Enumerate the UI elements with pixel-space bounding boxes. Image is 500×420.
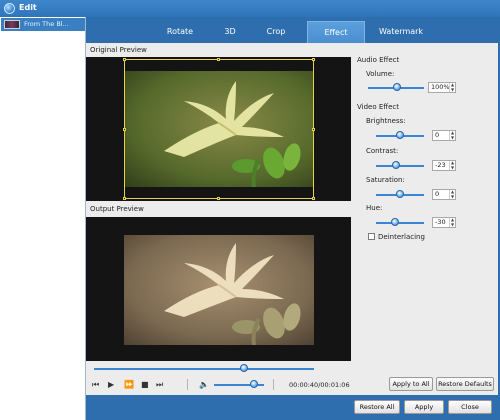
crop-handle[interactable]	[123, 58, 126, 61]
app-logo-icon	[4, 3, 15, 14]
original-preview	[86, 57, 351, 201]
hue-slider[interactable]	[376, 222, 424, 224]
tab-watermark[interactable]: Watermark	[365, 21, 437, 43]
restore-all-button[interactable]: Restore All	[354, 400, 400, 414]
spin-arrows-icon[interactable]: ▲ ▼	[449, 217, 455, 227]
title-bar: Edit	[0, 0, 500, 17]
spin-arrows-icon[interactable]: ▲ ▼	[449, 82, 455, 92]
brightness-spinbox[interactable]: 0 ▲ ▼	[432, 130, 456, 141]
crop-handle[interactable]	[123, 197, 126, 200]
crop-handle[interactable]	[312, 58, 315, 61]
volume-thumb[interactable]	[250, 380, 258, 388]
hue-value: -30	[435, 218, 446, 226]
crop-handle[interactable]	[123, 128, 126, 131]
volume-effect-thumb[interactable]	[393, 83, 401, 91]
tab-3d[interactable]: 3D	[210, 21, 250, 43]
skip-previous-icon[interactable]: ⏮	[92, 380, 99, 390]
spin-arrows-icon[interactable]: ▲ ▼	[449, 130, 455, 140]
tab-effect[interactable]: Effect	[307, 21, 365, 43]
brightness-thumb[interactable]	[396, 131, 404, 139]
skip-next-icon[interactable]: ⏭	[156, 380, 163, 390]
seek-bar[interactable]	[94, 368, 314, 370]
apply-button[interactable]: Apply	[404, 400, 444, 414]
contrast-slider[interactable]	[376, 165, 424, 167]
effect-panel: Original Preview Output Preview ⏮ ▶ ⏩ ■ …	[86, 43, 498, 395]
hue-label: Hue:	[366, 204, 383, 212]
crop-selection-box[interactable]	[123, 58, 315, 200]
original-preview-label: Original Preview	[90, 46, 147, 54]
contrast-label: Contrast:	[366, 147, 399, 155]
fast-forward-icon[interactable]: ⏩	[124, 380, 134, 390]
spin-arrows-icon[interactable]: ▲ ▼	[449, 160, 455, 170]
contrast-thumb[interactable]	[392, 161, 400, 169]
hue-thumb[interactable]	[391, 218, 399, 226]
output-preview	[86, 217, 351, 361]
contrast-spinbox[interactable]: -23 ▲ ▼	[432, 160, 456, 171]
crop-handle[interactable]	[217, 197, 220, 200]
divider	[273, 379, 274, 390]
volume-spinbox[interactable]: 100% ▲ ▼	[428, 82, 456, 93]
audio-effect-heading: Audio Effect	[357, 56, 400, 64]
play-icon[interactable]: ▶	[108, 380, 114, 390]
time-display: 00:00:40/00:01:06	[289, 381, 350, 389]
apply-to-all-button[interactable]: Apply to All	[389, 377, 433, 391]
hue-spinbox[interactable]: -30 ▲ ▼	[432, 217, 456, 228]
crop-handle[interactable]	[312, 197, 315, 200]
volume-value: 100%	[431, 83, 450, 91]
divider	[187, 379, 188, 390]
speaker-icon[interactable]: 🔈	[199, 380, 209, 390]
saturation-label: Saturation:	[366, 176, 405, 184]
deinterlacing-label: Deinterlacing	[378, 233, 425, 241]
tab-rotate[interactable]: Rotate	[150, 21, 210, 43]
file-name: From The Bl...	[24, 20, 69, 28]
stop-icon[interactable]: ■	[141, 380, 149, 390]
restore-defaults-button[interactable]: Restore Defaults	[436, 377, 494, 391]
saturation-thumb[interactable]	[396, 190, 404, 198]
crop-handle[interactable]	[217, 58, 220, 61]
output-preview-label: Output Preview	[90, 205, 144, 213]
spin-arrows-icon[interactable]: ▲ ▼	[449, 189, 455, 199]
window-title: Edit	[19, 3, 37, 12]
saturation-spinbox[interactable]: 0 ▲ ▼	[432, 189, 456, 200]
video-effect-heading: Video Effect	[357, 103, 399, 111]
deinterlacing-checkbox[interactable]	[368, 233, 375, 240]
brightness-value: 0	[435, 131, 440, 139]
volume-label: Volume:	[366, 70, 395, 78]
saturation-value: 0	[435, 190, 440, 198]
tab-crop[interactable]: Crop	[250, 21, 302, 43]
file-list: From The Bl...	[0, 17, 86, 420]
output-video-frame	[124, 235, 314, 345]
tab-bar: Rotate 3D Crop Effect Watermark	[86, 17, 500, 43]
brightness-label: Brightness:	[366, 117, 406, 125]
video-thumbnail	[4, 20, 20, 29]
bottom-bar: Restore All Apply Close	[86, 395, 500, 420]
file-list-item[interactable]: From The Bl...	[1, 18, 85, 31]
close-button[interactable]: Close	[448, 400, 492, 414]
seek-thumb[interactable]	[240, 364, 248, 372]
contrast-value: -23	[435, 161, 446, 169]
crop-handle[interactable]	[312, 128, 315, 131]
flower-image	[124, 235, 314, 345]
